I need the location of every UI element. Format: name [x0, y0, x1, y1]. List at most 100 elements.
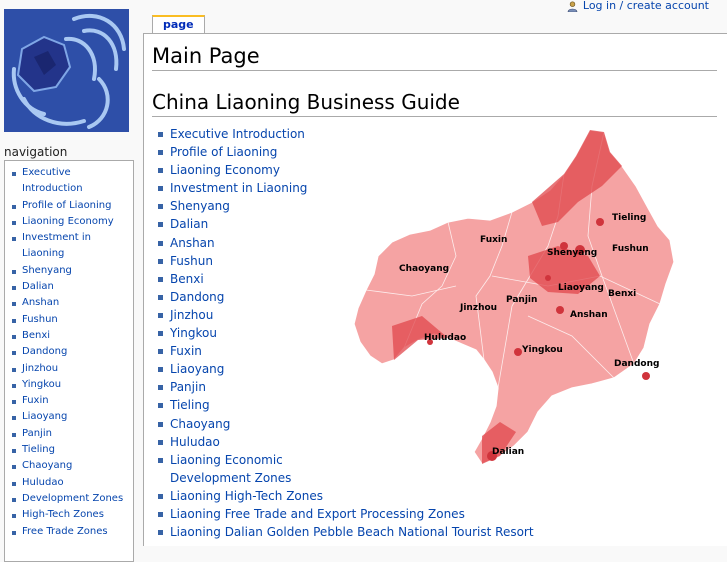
list-item[interactable]: Fuxin	[158, 342, 305, 360]
link-anshan[interactable]: Anshan	[170, 236, 215, 250]
list-item[interactable]: Benxi	[158, 270, 305, 288]
link-fuxin[interactable]: Fuxin	[170, 344, 202, 358]
list-item[interactable]: Executive Introduction	[158, 125, 305, 143]
list-item[interactable]: Liaoning Economy	[158, 161, 305, 179]
user-icon	[567, 0, 578, 12]
nav-item-fuxin[interactable]: Fuxin	[5, 393, 133, 409]
link-dalian[interactable]: Dalian	[170, 217, 208, 231]
nav-link[interactable]: Dalian	[22, 281, 54, 292]
link-golden-pebble-beach[interactable]: Liaoning Dalian Golden Pebble Beach Nati…	[170, 525, 534, 539]
nav-item-dandong[interactable]: Dandong	[5, 344, 133, 360]
link-fushun[interactable]: Fushun	[170, 254, 213, 268]
nav-link[interactable]: Anshan	[22, 297, 59, 308]
link-benxi[interactable]: Benxi	[170, 272, 204, 286]
link-liaoning-economic-development-zones[interactable]: Liaoning Economic Development Zones	[170, 453, 291, 485]
nav-item-anshan[interactable]: Anshan	[5, 295, 133, 311]
link-liaoning-high-tech-zones[interactable]: Liaoning High-Tech Zones	[170, 489, 323, 503]
link-liaoning-free-trade-zones[interactable]: Liaoning Free Trade and Export Processin…	[170, 507, 465, 521]
list-item[interactable]: Dalian	[158, 215, 305, 233]
nav-item-huludao[interactable]: Huludao	[5, 475, 133, 491]
nav-item-liaoning-economy[interactable]: Liaoning Economy	[5, 214, 133, 230]
list-item[interactable]: Investment in Liaoning	[158, 179, 534, 197]
personal-tools: Log in / create account	[567, 0, 709, 12]
navigation-box: Executive Introduction Profile of Liaoni…	[4, 160, 134, 562]
login-link[interactable]: Log in / create account	[583, 0, 709, 12]
list-item[interactable]: Dandong	[158, 288, 305, 306]
nav-link[interactable]: Fuxin	[22, 395, 49, 406]
nav-item-development-zones[interactable]: Development Zones	[5, 491, 133, 507]
nav-item-panjin[interactable]: Panjin	[5, 426, 133, 442]
link-jinzhou[interactable]: Jinzhou	[170, 308, 213, 322]
nav-item-jinzhou[interactable]: Jinzhou	[5, 361, 133, 377]
list-item[interactable]: Liaoning Economic Development Zones	[158, 451, 305, 487]
link-shenyang[interactable]: Shenyang	[170, 199, 230, 213]
nav-link[interactable]: Yingkou	[22, 379, 61, 390]
nav-link[interactable]: High-Tech Zones	[22, 509, 104, 520]
nav-item-liaoyang[interactable]: Liaoyang	[5, 409, 133, 425]
nav-link[interactable]: Development Zones	[22, 493, 123, 504]
list-item[interactable]: Liaoning High-Tech Zones	[158, 487, 534, 505]
list-item[interactable]: Shenyang	[158, 197, 305, 215]
link-dandong[interactable]: Dandong	[170, 290, 224, 304]
map-label-tieling: Tieling	[612, 213, 646, 223]
tab-page[interactable]: page	[152, 15, 205, 35]
nav-item-high-tech-zones[interactable]: High-Tech Zones	[5, 507, 133, 523]
nav-link[interactable]: Profile of Liaoning	[22, 200, 112, 211]
nav-link[interactable]: Free Trade Zones	[22, 526, 108, 537]
logo-icon	[4, 9, 129, 132]
list-item[interactable]: Huludao	[158, 433, 305, 451]
page-title: Main Page	[152, 43, 717, 71]
nav-item-chaoyang[interactable]: Chaoyang	[5, 458, 133, 474]
nav-item-tieling[interactable]: Tieling	[5, 442, 133, 458]
list-item[interactable]: Anshan	[158, 234, 305, 252]
nav-link[interactable]: Panjin	[22, 428, 52, 439]
link-chaoyang[interactable]: Chaoyang	[170, 417, 230, 431]
nav-link[interactable]: Executive Introduction	[22, 167, 83, 194]
list-item[interactable]: Tieling	[158, 396, 305, 414]
map-label-dandong: Dandong	[614, 359, 659, 369]
section-heading: China Liaoning Business Guide	[152, 89, 717, 117]
list-item[interactable]: Yingkou	[158, 324, 305, 342]
link-liaoyang[interactable]: Liaoyang	[170, 362, 224, 376]
nav-link[interactable]: Liaoning Economy	[22, 216, 114, 227]
nav-link[interactable]: Huludao	[22, 477, 64, 488]
nav-item-investment-in-liaoning[interactable]: Investment in Liaoning	[5, 230, 133, 263]
site-logo[interactable]	[4, 9, 129, 132]
link-investment-in-liaoning[interactable]: Investment in Liaoning	[170, 181, 307, 195]
list-item[interactable]: Panjin	[158, 378, 305, 396]
nav-item-executive-introduction[interactable]: Executive Introduction	[5, 165, 133, 198]
nav-link[interactable]: Fushun	[22, 314, 58, 325]
nav-item-benxi[interactable]: Benxi	[5, 328, 133, 344]
map-label-fushun: Fushun	[612, 244, 649, 254]
main-link-list: Executive Introduction Profile of Liaoni…	[158, 125, 534, 541]
list-item[interactable]: Profile of Liaoning	[158, 143, 305, 161]
link-huludao[interactable]: Huludao	[170, 435, 220, 449]
nav-link[interactable]: Chaoyang	[22, 460, 72, 471]
nav-item-fushun[interactable]: Fushun	[5, 312, 133, 328]
nav-link[interactable]: Jinzhou	[22, 363, 58, 374]
nav-item-yingkou[interactable]: Yingkou	[5, 377, 133, 393]
list-item[interactable]: Fushun	[158, 252, 305, 270]
list-item[interactable]: Liaoning Free Trade and Export Processin…	[158, 505, 534, 523]
link-executive-introduction[interactable]: Executive Introduction	[170, 127, 305, 141]
navigation-list: Executive Introduction Profile of Liaoni…	[5, 161, 133, 540]
list-item[interactable]: Liaoning Dalian Golden Pebble Beach Nati…	[158, 523, 534, 541]
list-item[interactable]: Jinzhou	[158, 306, 305, 324]
nav-link[interactable]: Shenyang	[22, 265, 72, 276]
list-item[interactable]: Chaoyang	[158, 415, 305, 433]
link-tieling[interactable]: Tieling	[170, 398, 210, 412]
link-profile-of-liaoning[interactable]: Profile of Liaoning	[170, 145, 277, 159]
list-item[interactable]: Liaoyang	[158, 360, 305, 378]
nav-link[interactable]: Benxi	[22, 330, 50, 341]
nav-item-shenyang[interactable]: Shenyang	[5, 263, 133, 279]
link-liaoning-economy[interactable]: Liaoning Economy	[170, 163, 280, 177]
nav-link[interactable]: Dandong	[22, 346, 67, 357]
link-panjin[interactable]: Panjin	[170, 380, 206, 394]
nav-item-free-trade-zones[interactable]: Free Trade Zones	[5, 524, 133, 540]
link-yingkou[interactable]: Yingkou	[170, 326, 217, 340]
nav-link[interactable]: Investment in Liaoning	[22, 232, 91, 259]
nav-item-dalian[interactable]: Dalian	[5, 279, 133, 295]
nav-link[interactable]: Liaoyang	[22, 411, 67, 422]
nav-link[interactable]: Tieling	[22, 444, 55, 455]
nav-item-profile-of-liaoning[interactable]: Profile of Liaoning	[5, 198, 133, 214]
